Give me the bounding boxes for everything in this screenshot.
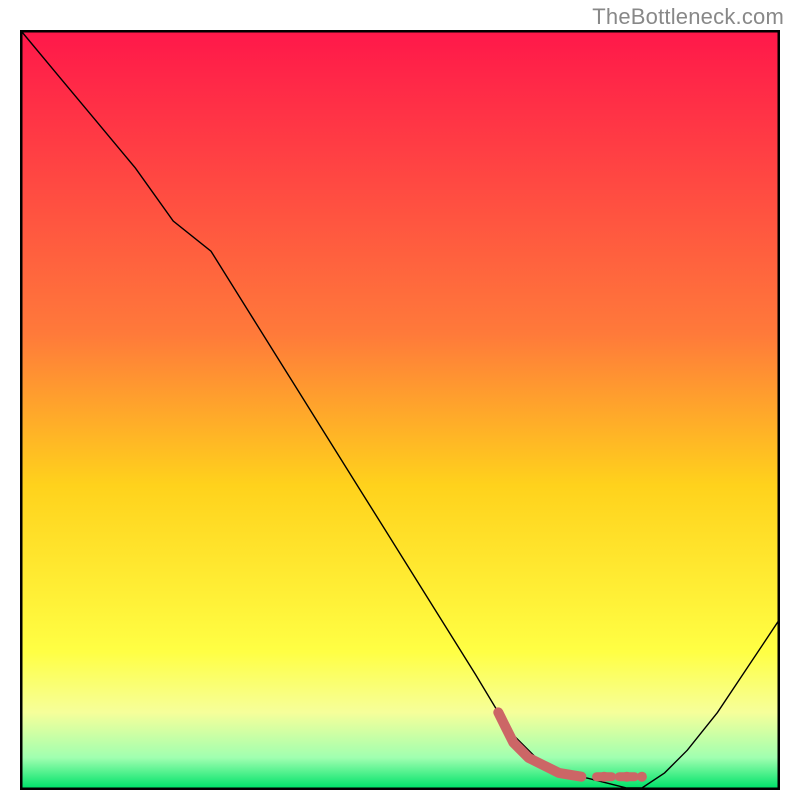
chart-container: TheBottleneck.com [0,0,800,800]
chart-svg [20,30,780,790]
plot-area [20,30,780,790]
highlight-dot [637,772,647,782]
gradient-background [22,32,778,788]
watermark-text: TheBottleneck.com [592,4,784,30]
